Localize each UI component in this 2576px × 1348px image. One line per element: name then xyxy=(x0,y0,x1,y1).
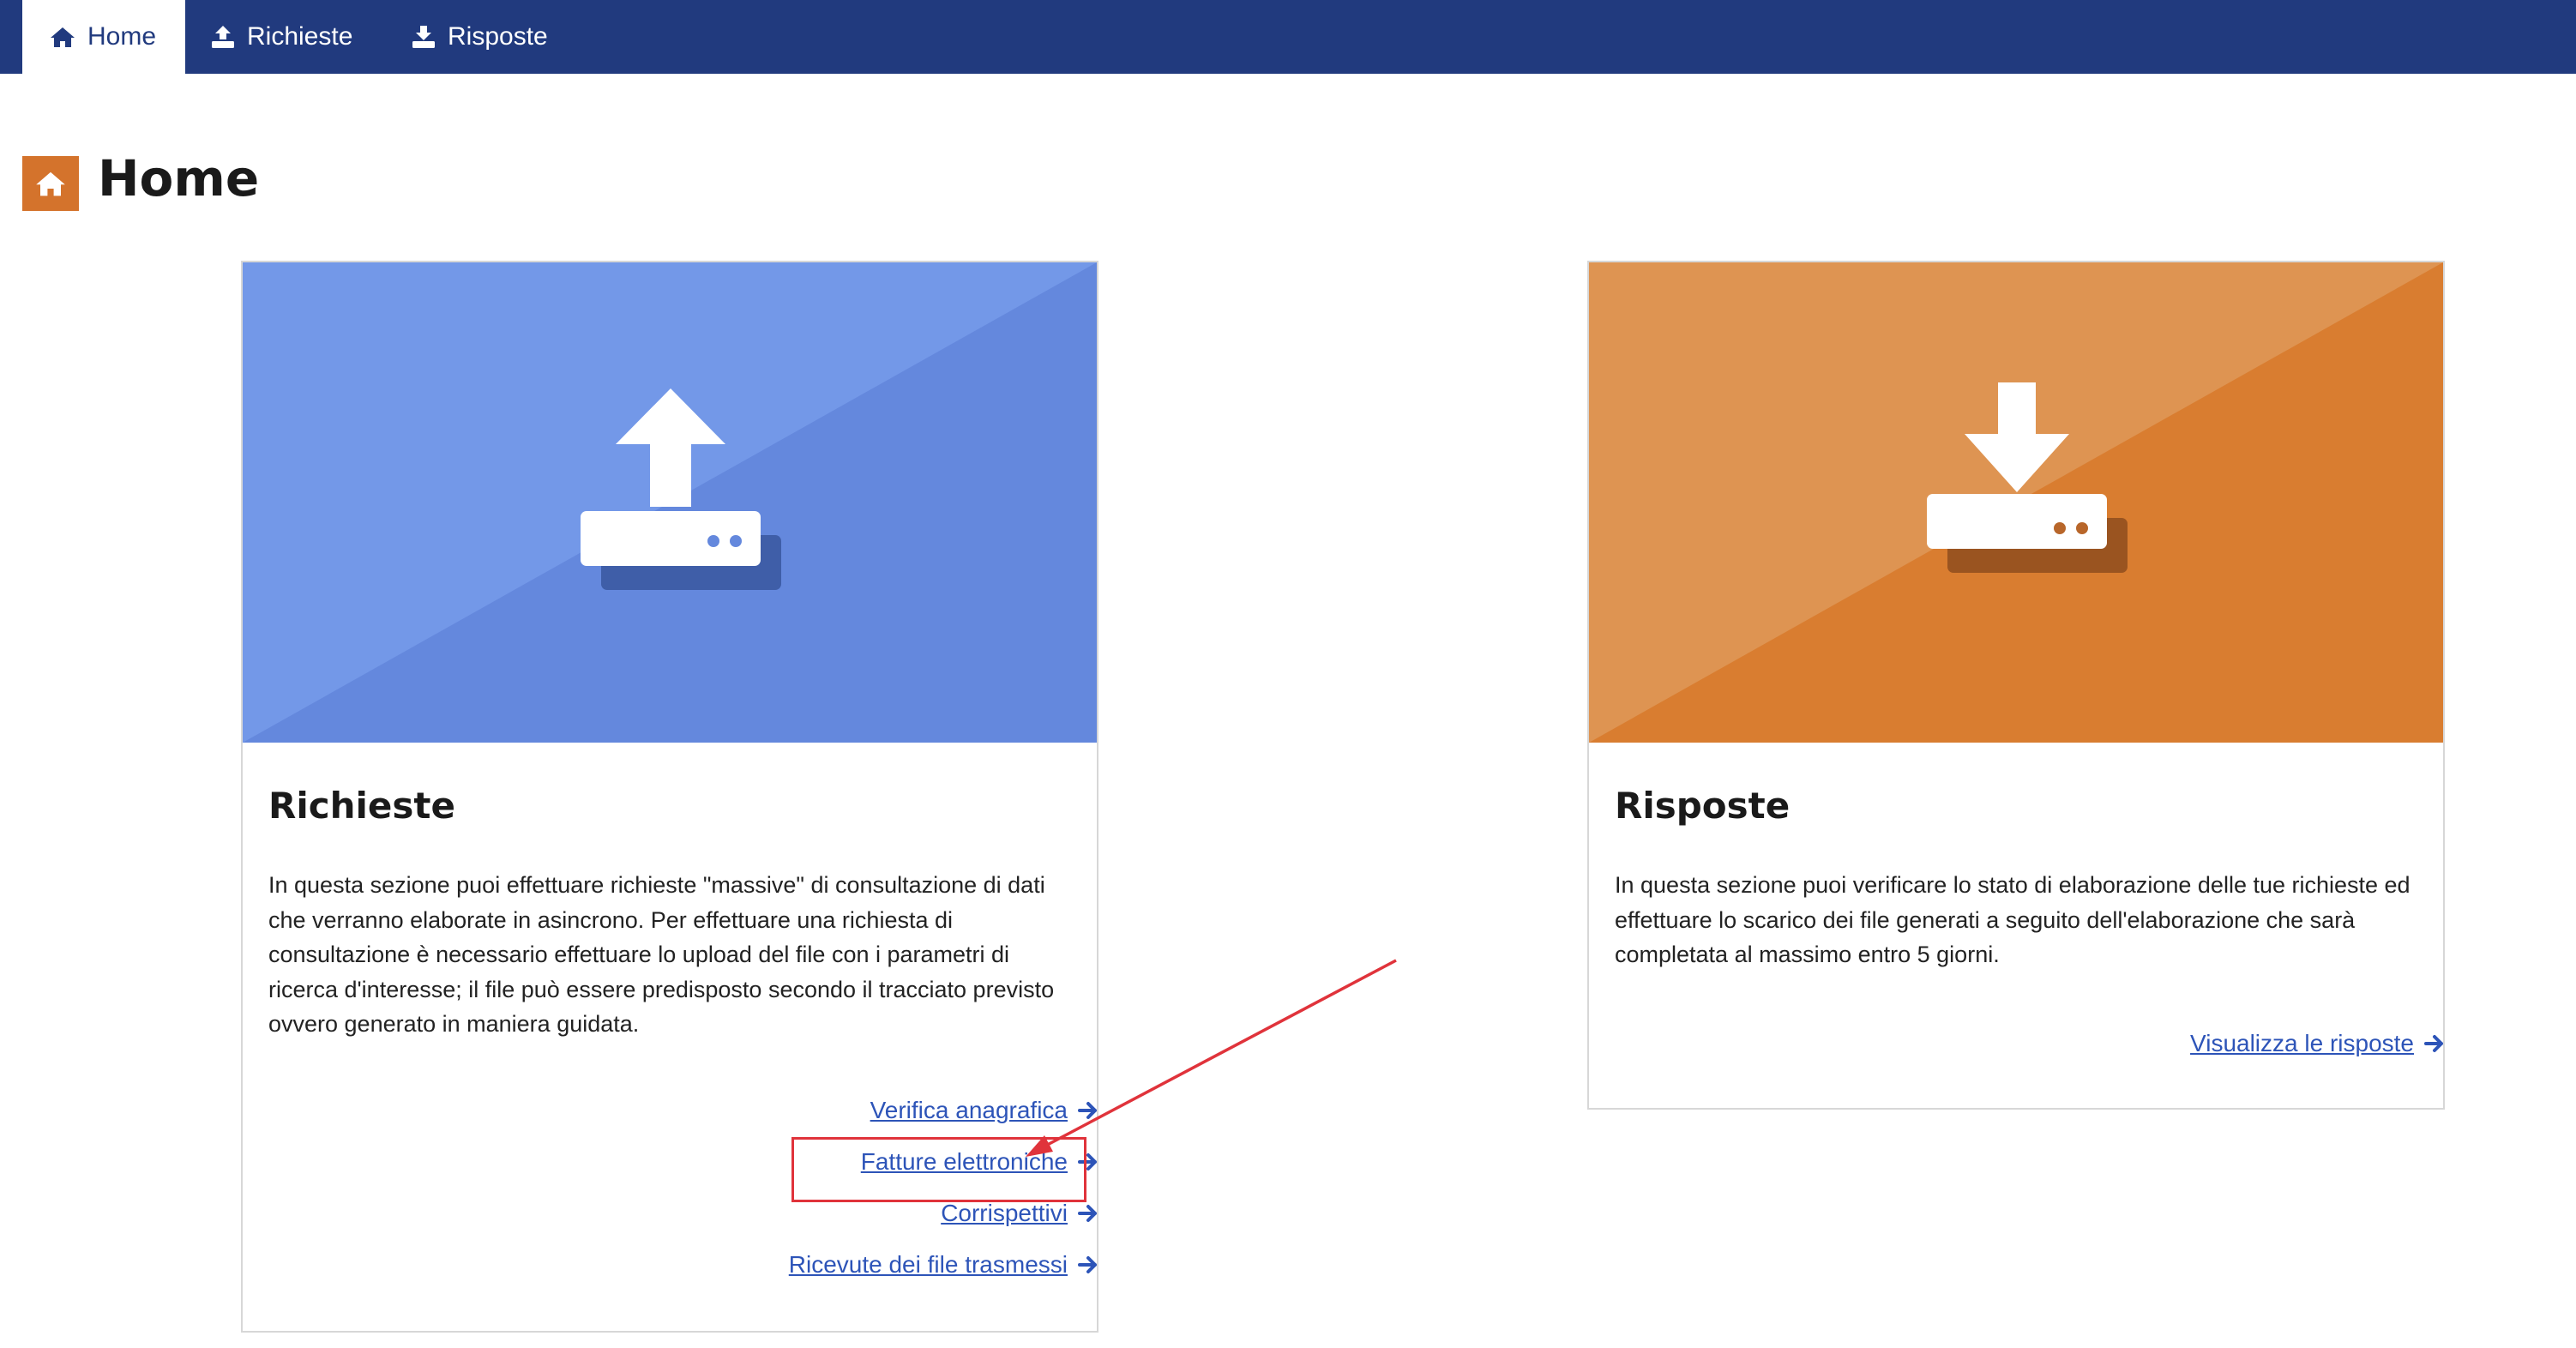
risposte-links: Visualizza le risposte xyxy=(2190,1027,2445,1060)
richieste-title: Richieste xyxy=(268,785,455,827)
tab-richieste-label: Richieste xyxy=(247,22,353,51)
page-title: Home xyxy=(98,149,260,208)
link-ricevute-file-trasmessi[interactable]: Ricevute dei file trasmessi xyxy=(789,1249,1098,1281)
link-visualizza-risposte[interactable]: Visualizza le risposte xyxy=(2190,1027,2445,1060)
risposte-card: Risposte In questa sezione puoi verifica… xyxy=(1587,261,2445,1110)
arrow-right-icon xyxy=(1078,1102,1097,1119)
annotation-highlight-box xyxy=(791,1137,1086,1202)
tab-risposte-label: Risposte xyxy=(448,22,548,51)
link-verifica-anagrafica[interactable]: Verifica anagrafica xyxy=(870,1094,1098,1127)
link-label: Verifica anagrafica xyxy=(870,1097,1068,1123)
risposte-title: Risposte xyxy=(1615,785,1791,827)
download-icon xyxy=(412,25,436,49)
tab-richieste[interactable]: Richieste xyxy=(211,0,352,74)
tab-home-label: Home xyxy=(87,22,157,51)
richieste-banner xyxy=(243,262,1097,743)
tab-home[interactable]: Home xyxy=(22,0,185,74)
home-icon xyxy=(50,26,75,48)
top-navigation-bar: Home Richieste Risposte xyxy=(0,0,2576,74)
link-label: Ricevute dei file trasmessi xyxy=(788,1251,1068,1278)
link-label: Corrispettivi xyxy=(941,1200,1068,1226)
arrow-right-icon xyxy=(1078,1256,1097,1273)
tab-risposte[interactable]: Risposte xyxy=(412,0,548,74)
arrow-right-icon xyxy=(1078,1205,1097,1222)
risposte-description: In questa sezione puoi verificare lo sta… xyxy=(1615,872,2410,967)
richieste-description: In questa sezione puoi effettuare richie… xyxy=(268,872,1055,1037)
risposte-banner xyxy=(1589,262,2443,743)
link-label: Visualizza le risposte xyxy=(2190,1030,2414,1056)
page-home-icon xyxy=(22,156,79,211)
upload-icon xyxy=(211,25,235,49)
arrow-right-icon xyxy=(2424,1035,2443,1052)
